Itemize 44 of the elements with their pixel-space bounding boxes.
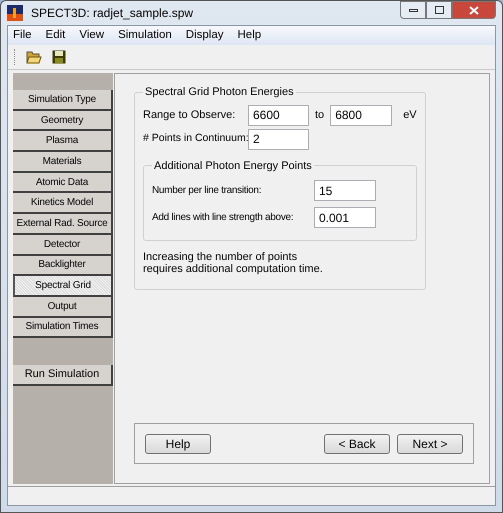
close-icon[interactable] (469, 6, 479, 14)
sidebar-item[interactable]: External Rad. Source (13, 214, 113, 235)
window-title: SPECT3D: radjet_sample.spw (31, 5, 194, 22)
range-to-field[interactable]: 6800 (330, 104, 392, 126)
field-label: Number per line transition: (152, 184, 262, 198)
note-text: Increasing the number of points requires additional computation time. (143, 251, 324, 275)
sidebar-item[interactable]: Detector (13, 234, 113, 256)
sidebar-item[interactable]: Spectral Grid (13, 276, 113, 297)
sidebar-item[interactable]: Materials (13, 152, 113, 173)
menu-item[interactable]: Display (186, 26, 224, 44)
maximize-button[interactable] (426, 1, 452, 19)
next-button[interactable]: Next > (397, 434, 463, 454)
field-label: # Points in Continuum: (143, 131, 248, 146)
sidebar-item[interactable]: Backlighter (13, 256, 113, 276)
menu-item[interactable]: Help (238, 26, 262, 44)
menu-item[interactable]: Edit (46, 26, 66, 44)
save-icon[interactable] (52, 50, 66, 64)
menu-item[interactable]: File (13, 26, 32, 44)
range-from-field[interactable]: 6600 (248, 104, 309, 126)
value-field[interactable]: 0.001 (314, 207, 376, 228)
menu-item[interactable]: View (79, 26, 104, 44)
run-simulation-button[interactable]: Run Simulation (13, 365, 113, 386)
close-button[interactable] (452, 1, 496, 19)
sidebar-item[interactable]: Kinetics Model (13, 193, 113, 214)
minimize-button[interactable] (400, 1, 426, 19)
sidebar-item[interactable]: Geometry (13, 110, 113, 132)
folder-icon[interactable] (26, 50, 42, 64)
points-field[interactable]: 2 (248, 128, 309, 150)
group-title: Additional Photon Energy Points (153, 158, 313, 174)
field-label: to (315, 108, 324, 123)
field-label: Range to Observe: (143, 108, 236, 123)
back-button[interactable]: < Back (324, 434, 390, 454)
help-button[interactable]: Help (145, 434, 211, 454)
field-label: Add lines with line strength above: (152, 211, 294, 225)
value-field[interactable]: 15 (314, 180, 376, 201)
sidebar-item[interactable]: Simulation Times (13, 318, 113, 338)
group-title: Spectral Grid Photon Energies (144, 85, 295, 100)
sidebar-item[interactable]: Plasma (13, 131, 113, 152)
sidebar-item[interactable]: Simulation Type (13, 90, 113, 111)
unit-label: eV (403, 108, 417, 123)
sidebar-item[interactable]: Output (13, 296, 113, 318)
sidebar-item[interactable]: Atomic Data (13, 172, 113, 194)
app-icon (7, 5, 23, 21)
menu-item[interactable]: Simulation (118, 26, 172, 44)
